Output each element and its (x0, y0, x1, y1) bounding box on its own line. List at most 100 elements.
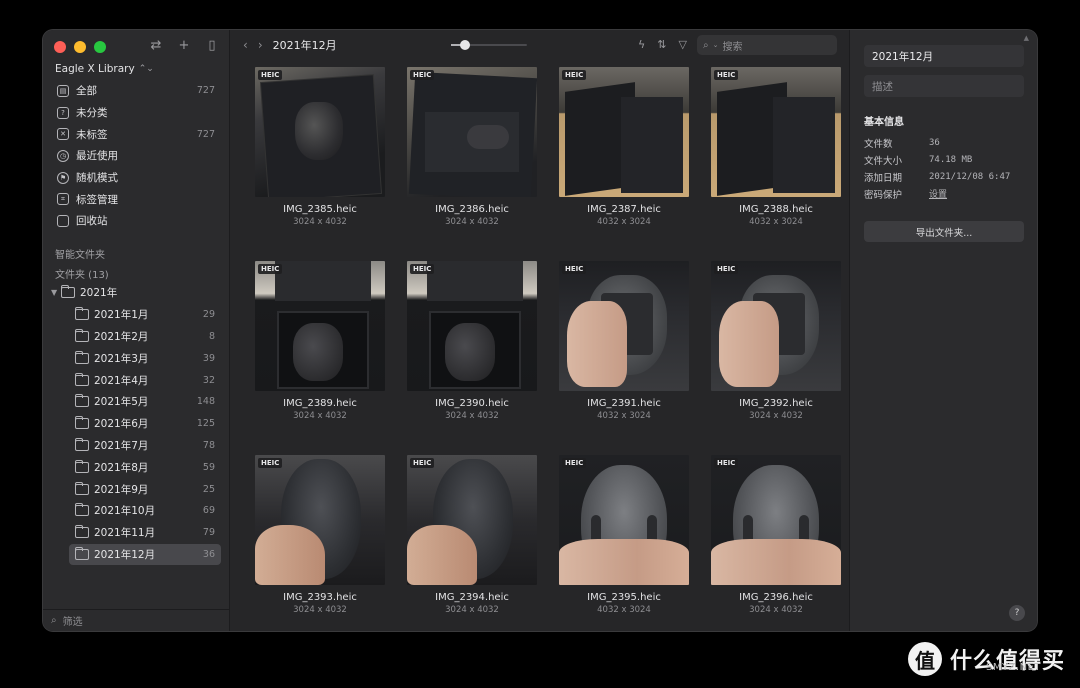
tag-manager-icon: ⌗ (57, 193, 69, 206)
folder-month[interactable]: 2021年3月 39 (69, 347, 221, 369)
thumbnail-image[interactable]: HEIC (711, 261, 841, 391)
library-switcher[interactable]: Eagle X Library ⌃⌄ (55, 63, 154, 75)
watermark-logo-icon: 值 (908, 642, 942, 676)
thumbnail-card[interactable]: HEIC IMG_2390.heic 3024 x 4032 (396, 261, 548, 455)
thumbnail-image[interactable]: HEIC (407, 67, 537, 197)
app-window: ⇄ + ▯ Eagle X Library ⌃⌄ ▤ 全部 727? 未分类 ✕ 未标签 7… (43, 30, 1037, 631)
format-badge: HEIC (714, 264, 739, 274)
folder-label: 2021年8月 (94, 461, 149, 474)
zoom-window-button[interactable] (94, 41, 106, 53)
sidebar-item-label: 全部 (76, 85, 97, 98)
thumbnail-image[interactable]: HEIC (407, 455, 537, 585)
sidebar-item-label: 随机模式 (76, 172, 118, 185)
format-badge: HEIC (258, 458, 283, 468)
folder-month[interactable]: 2021年2月 8 (69, 326, 221, 348)
help-button[interactable]: ? (1009, 605, 1025, 621)
thumbnail-card[interactable]: HEIC IMG_2396.heic 3024 x 4032 (700, 455, 852, 631)
thumbnail-image[interactable]: HEIC (255, 261, 385, 391)
thumbnail-card[interactable]: HEIC IMG_2385.heic 3024 x 4032 (244, 67, 396, 261)
sidebar-item-2[interactable]: ✕ 未标签 727 (51, 123, 221, 145)
folder-icon (74, 525, 89, 539)
folder-label: 2021年10月 (94, 505, 156, 518)
thumbnail-image[interactable]: HEIC (711, 455, 841, 585)
sidebar-item-5[interactable]: ⌗ 标签管理 (51, 188, 221, 210)
meta-key: 文件数 (864, 138, 893, 150)
thumbnail-image[interactable]: HEIC (711, 67, 841, 197)
folder-2021[interactable]: ▼ 2021年 (43, 282, 221, 304)
sort-icon[interactable]: ⇅ (657, 38, 666, 51)
meta-list: 文件数 36 文件大小 74.18 MB 添加日期 2021/12/08 6:47 密码保护… (864, 134, 1010, 202)
thumbnail-image[interactable]: HEIC (559, 261, 689, 391)
thumbnail-card[interactable]: HEIC IMG_2395.heic 4032 x 3024 (548, 455, 700, 631)
meta-key: 添加日期 (864, 172, 903, 184)
folder-icon (74, 437, 89, 451)
folder-month[interactable]: 2021年5月 148 (69, 391, 221, 413)
thumbnail-image[interactable]: HEIC (255, 67, 385, 197)
zoom-slider[interactable] (451, 40, 527, 50)
sidebar-item-6[interactable]: 回收站 (51, 210, 221, 232)
main-content: ‹ › 2021年12月 ϟ ⇅ ▽ ⌕ ⌄ 搜索 HEIC IMG_2385.h… (231, 30, 849, 631)
thumbnail-image[interactable]: HEIC (407, 261, 537, 391)
thumbnail-card[interactable]: HEIC IMG_2388.heic 4032 x 3024 (700, 67, 852, 261)
sidebar-item-3[interactable]: ◷ 最近使用 (51, 145, 221, 167)
folder-month[interactable]: 2021年6月 125 (69, 413, 221, 435)
export-folder-button[interactable]: 导出文件夹... (864, 221, 1024, 242)
sidebar-item-1[interactable]: ? 未分类 (51, 102, 221, 124)
file-dimensions: 4032 x 3024 (597, 605, 651, 615)
thumbnail-image[interactable]: HEIC (559, 455, 689, 585)
format-badge: HEIC (410, 264, 435, 274)
folder-month[interactable]: 2021年8月 59 (69, 456, 221, 478)
folder-month[interactable]: 2021年9月 25 (69, 478, 221, 500)
chevron-down-icon[interactable]: ▼ (51, 288, 61, 297)
back-icon[interactable]: ‹ (243, 38, 248, 52)
smart-folders-header[interactable]: 智能文件夹 (55, 246, 105, 261)
folder-label: 2021年4月 (94, 374, 149, 387)
watermark-subtext: SMYZ.NET (986, 662, 1042, 673)
thumbnail-card[interactable]: HEIC IMG_2392.heic 3024 x 4032 (700, 261, 852, 455)
password-setting-link[interactable]: 设置 (929, 187, 947, 200)
thumbnail-card[interactable]: HEIC IMG_2389.heic 3024 x 4032 (244, 261, 396, 455)
scroll-up-icon[interactable]: ▲ (1024, 34, 1029, 42)
folder-month[interactable]: 2021年7月 78 (69, 435, 221, 457)
folders-header[interactable]: 文件夹 (13) (55, 266, 109, 281)
folder-month[interactable]: 2021年12月 36 (69, 543, 221, 566)
lightning-icon[interactable]: ϟ (638, 38, 645, 51)
folder-label: 2021年12月 (94, 548, 156, 561)
sidebar-item-0[interactable]: ▤ 全部 727 (51, 80, 221, 102)
file-name: IMG_2393.heic (283, 592, 357, 603)
thumbnail-card[interactable]: HEIC IMG_2391.heic 4032 x 3024 (548, 261, 700, 455)
add-icon[interactable]: + (177, 38, 191, 53)
description-field[interactable]: 描述 (864, 75, 1024, 97)
folder-icon (74, 328, 89, 342)
close-window-button[interactable] (54, 41, 66, 53)
thumbnail-image[interactable]: HEIC (255, 455, 385, 585)
zoom-slider-knob[interactable] (459, 40, 470, 50)
format-badge: HEIC (258, 70, 283, 80)
sync-icon[interactable]: ⇄ (149, 38, 163, 53)
thumbnail-card[interactable]: HEIC IMG_2394.heic 3024 x 4032 (396, 455, 548, 631)
folder-label: 2021年5月 (94, 396, 149, 409)
chevron-down-icon[interactable]: ⌄ (713, 41, 719, 49)
folder-month[interactable]: 2021年4月 32 (69, 369, 221, 391)
filter-input[interactable]: 筛选 (63, 613, 83, 628)
folder-icon (74, 546, 89, 560)
thumbnail-card[interactable]: HEIC IMG_2393.heic 3024 x 4032 (244, 455, 396, 631)
folder-month[interactable]: 2021年10月 69 (69, 500, 221, 522)
folder-count: 78 (202, 439, 215, 451)
folder-month[interactable]: 2021年11月 79 (69, 522, 221, 544)
thumbnail-card[interactable]: HEIC IMG_2387.heic 4032 x 3024 (548, 67, 700, 261)
forward-icon[interactable]: › (258, 38, 263, 52)
search-input[interactable]: ⌕ ⌄ 搜索 (697, 35, 837, 55)
thumbnail-card[interactable]: HEIC IMG_2386.heic 3024 x 4032 (396, 67, 548, 261)
minimize-window-button[interactable] (74, 41, 86, 53)
folder-month[interactable]: 2021年1月 29 (69, 304, 221, 326)
filter-bar[interactable]: ⌕ 筛选 (43, 609, 229, 631)
thumbnail-image[interactable]: HEIC (559, 67, 689, 197)
format-badge: HEIC (714, 458, 739, 468)
meta-row: 密码保护 设置 (864, 185, 1010, 202)
file-dimensions: 3024 x 4032 (293, 605, 347, 615)
toggle-sidebar-icon[interactable]: ▯ (205, 38, 219, 53)
sidebar-item-4[interactable]: ⚑ 随机模式 (51, 167, 221, 189)
filter-funnel-icon[interactable]: ▽ (678, 38, 686, 51)
folder-name-field[interactable]: 2021年12月 (864, 45, 1024, 67)
